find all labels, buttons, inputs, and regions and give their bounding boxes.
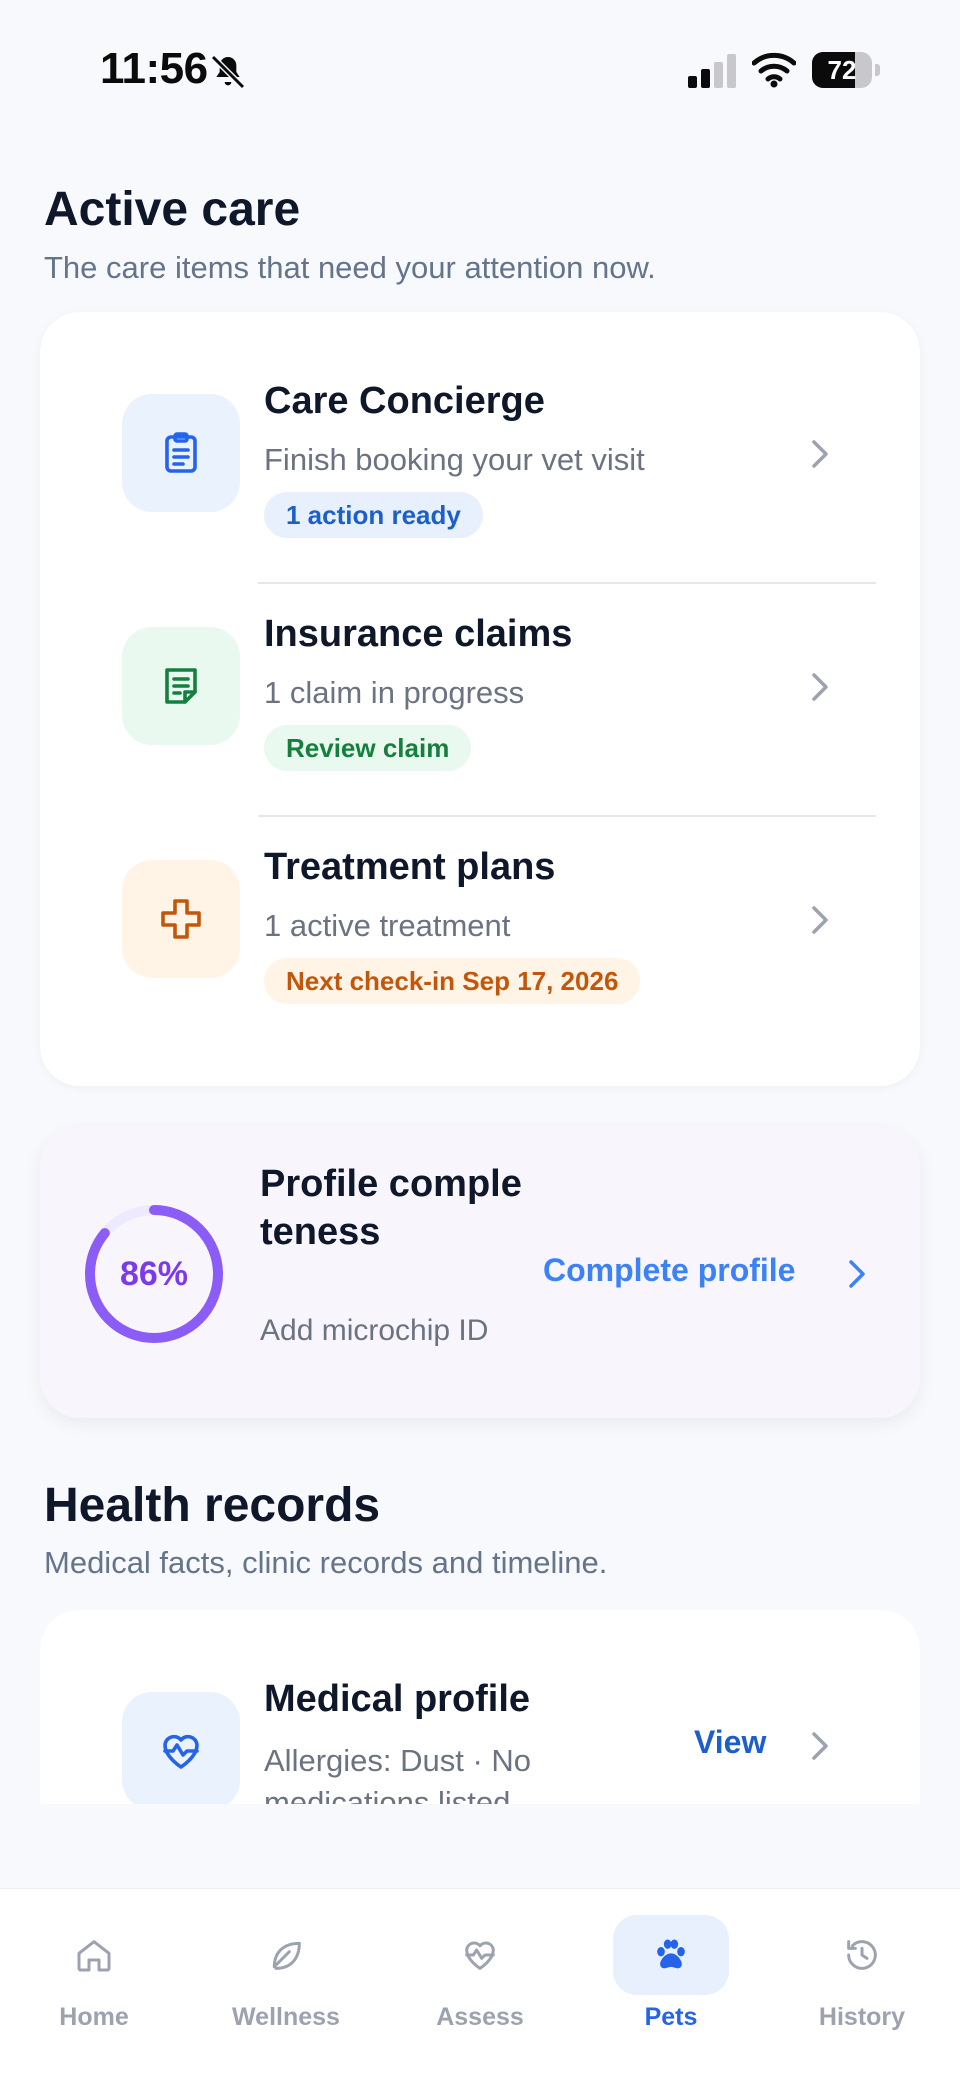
- treatment-plans-row[interactable]: Treatment plans 1 active treatment Next …: [40, 818, 920, 1050]
- home-icon: [77, 1940, 111, 1972]
- tab-history[interactable]: History: [772, 1915, 952, 2035]
- profile-subtitle: Add microchip ID: [260, 1314, 489, 1347]
- active-care-subtitle: The care items that need your attention …: [44, 250, 656, 285]
- wifi-icon: [752, 52, 796, 88]
- chevron-right-icon: [812, 1732, 828, 1760]
- heart-pulse-icon: [465, 1941, 495, 1970]
- row-divider: [258, 815, 876, 817]
- heart-pulse-icon-box: [122, 1692, 240, 1804]
- medical-profile-subtitle: Allergies: Dust · No medications listed: [264, 1743, 532, 1804]
- bell-muted-icon: [210, 54, 246, 90]
- medical-cross-icon: [161, 899, 201, 939]
- medical-profile-title: Medical profile: [264, 1678, 531, 1720]
- care-concierge-title: Care Concierge: [264, 380, 545, 422]
- medical-profile-view-link[interactable]: View: [694, 1724, 766, 1761]
- status-bar: 11:56 72: [0, 0, 960, 140]
- tab-assess[interactable]: Assess: [390, 1915, 570, 2035]
- complete-profile-link[interactable]: Complete profile: [543, 1252, 795, 1289]
- profile-title: Profile completeness: [260, 1163, 522, 1253]
- tab-home-label: Home: [59, 2003, 129, 2031]
- insurance-claims-badge: Review claim: [264, 725, 472, 771]
- health-records-subtitle: Medical facts, clinic records and timeli…: [44, 1545, 608, 1580]
- status-time: 11:56: [100, 44, 208, 93]
- insurance-claims-subtitle: 1 claim in progress: [264, 675, 525, 710]
- tab-history-label: History: [818, 2003, 906, 2031]
- history-icon: [847, 1940, 877, 1970]
- care-concierge-row[interactable]: Care Concierge Finish booking your vet v…: [40, 352, 920, 584]
- medical-cross-icon-box: [122, 860, 240, 978]
- profile-percent: 86%: [119, 1255, 189, 1293]
- cellular-signal-icon: [688, 54, 736, 88]
- insurance-claims-title: Insurance claims: [264, 613, 573, 655]
- chevron-right-icon: [812, 673, 828, 701]
- leaf-icon: [272, 1941, 301, 1970]
- tab-assess-label: Assess: [436, 2003, 524, 2031]
- heart-pulse-icon: [163, 1734, 199, 1769]
- chevron-right-icon: [812, 440, 828, 468]
- medical-profile-row[interactable]: Medical profile Allergies: Dust · No med…: [40, 1650, 920, 1804]
- treatment-plans-subtitle: 1 active treatment: [264, 908, 511, 943]
- health-records-card: Medical profile Allergies: Dust · No med…: [40, 1610, 920, 1804]
- care-concierge-subtitle: Finish booking your vet visit: [264, 442, 645, 477]
- document-icon-box: [122, 627, 240, 745]
- profile-completeness-card[interactable]: 86% Profile completeness Add microchip I…: [40, 1126, 920, 1418]
- row-divider: [258, 582, 876, 584]
- chevron-right-icon: [812, 906, 828, 934]
- chevron-right-icon[interactable]: [840, 1254, 874, 1294]
- bottom-tab-bar: Home Wellness Assess Pets History: [0, 1888, 960, 2082]
- tab-pets[interactable]: Pets: [581, 1915, 761, 2035]
- active-care-card: Care Concierge Finish booking your vet v…: [40, 312, 920, 1086]
- tab-wellness[interactable]: Wellness: [196, 1915, 376, 2035]
- clipboard-icon: [165, 432, 197, 473]
- document-icon: [165, 668, 197, 704]
- treatment-plans-title: Treatment plans: [264, 846, 556, 888]
- battery-level: 72: [827, 55, 857, 85]
- insurance-claims-row[interactable]: Insurance claims 1 claim in progress Rev…: [40, 585, 920, 817]
- health-records-title: Health records: [44, 1479, 381, 1532]
- clipboard-icon-box: [122, 394, 240, 512]
- paw-icon: [657, 1939, 685, 1969]
- care-concierge-badge: 1 action ready: [264, 492, 483, 538]
- treatment-plans-badge: Next check-in Sep 17, 2026: [264, 958, 641, 1004]
- tab-home[interactable]: Home: [4, 1915, 184, 2035]
- battery-indicator: 72: [812, 52, 882, 88]
- tab-pets-label: Pets: [644, 2003, 698, 2031]
- tab-wellness-label: Wellness: [232, 2003, 340, 2031]
- active-care-title: Active care: [44, 183, 301, 236]
